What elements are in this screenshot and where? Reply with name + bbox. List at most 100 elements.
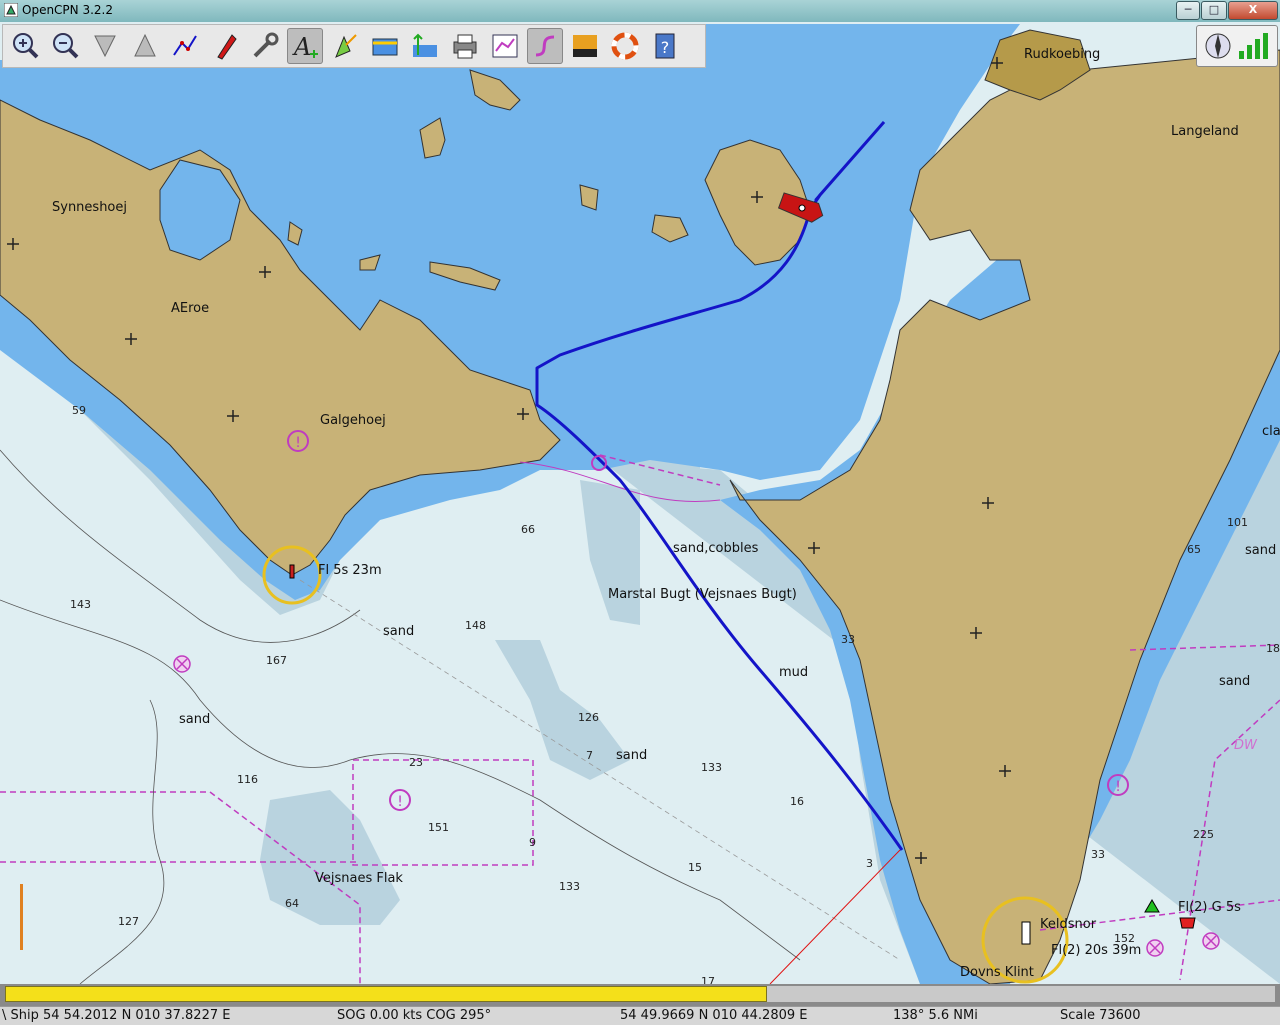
current-button[interactable] xyxy=(367,28,403,64)
svg-text:!: ! xyxy=(295,435,301,451)
wreck-icon-3 xyxy=(1202,932,1220,950)
lighthouse-keldsnor-icon xyxy=(1021,921,1031,945)
auto-follow-button[interactable] xyxy=(207,28,243,64)
zoom-in-icon xyxy=(13,33,39,59)
label-galgehoej: Galgehoej xyxy=(320,413,386,428)
scale-in-icon xyxy=(94,35,116,58)
label-rudkoebing: Rudkoebing xyxy=(1024,47,1101,62)
progress-fill xyxy=(5,986,767,1002)
label-sand-1: sand xyxy=(383,624,415,639)
label-langeland: Langeland xyxy=(1171,124,1239,139)
sounding: 116 xyxy=(237,773,258,786)
sounding: 23 xyxy=(409,756,423,769)
label-mud: mud xyxy=(779,665,809,680)
boat-icon xyxy=(217,34,237,60)
sounding: 18 xyxy=(1266,642,1280,655)
status-bar: \ Ship 54 54.2012 N 010 37.8227 E SOG 0.… xyxy=(0,1006,1280,1025)
maximize-button[interactable]: □ xyxy=(1201,1,1227,20)
svg-text:!: ! xyxy=(397,794,403,810)
sounding: 151 xyxy=(428,821,449,834)
tide-icon xyxy=(413,33,437,57)
sounding: 148 xyxy=(465,619,486,632)
settings-button[interactable] xyxy=(247,28,283,64)
sounding: 101 xyxy=(1227,516,1248,529)
sounding: 33 xyxy=(841,633,855,646)
sounding: 133 xyxy=(701,761,722,774)
nautical-chart[interactable]: ! ! ! xyxy=(0,22,1280,984)
sounding: 167 xyxy=(266,654,287,667)
minimize-button[interactable]: ─ xyxy=(1176,1,1200,20)
status-bearing-distance: 138° 5.6 NMi xyxy=(893,1008,978,1023)
label-sand-cobbles: sand,cobbles xyxy=(673,541,759,556)
sunset-icon xyxy=(573,35,597,57)
route-button[interactable] xyxy=(167,28,203,64)
wrench-icon xyxy=(253,32,279,58)
sounding: 9 xyxy=(529,836,536,849)
label-sand-5: sand xyxy=(1245,543,1277,558)
label-synneshoej: Synneshoej xyxy=(52,200,127,215)
text-plus-icon: A xyxy=(292,33,318,61)
sounding: 16 xyxy=(790,795,804,808)
sounding: 143 xyxy=(70,598,91,611)
status-scale: Scale 73600 xyxy=(1060,1008,1141,1023)
label-dovns-klint: Dovns Klint xyxy=(960,965,1034,980)
scale-out-button[interactable] xyxy=(127,28,163,64)
route-icon xyxy=(173,35,197,56)
scale-out-icon xyxy=(134,33,156,57)
sounding: 7 xyxy=(586,749,593,762)
label-sand-3: sand xyxy=(616,748,648,763)
label-deep-water-route: DW xyxy=(1234,738,1257,753)
label-cla: cla xyxy=(1262,424,1280,439)
zoom-in-button[interactable] xyxy=(7,28,43,64)
sounding: 66 xyxy=(521,523,535,536)
svg-text:?: ? xyxy=(661,38,670,57)
zoom-out-icon xyxy=(53,33,79,59)
status-compass-box[interactable] xyxy=(1196,25,1278,67)
compass-icon xyxy=(1205,33,1231,59)
label-aeroe: AEroe xyxy=(171,301,210,316)
opencpn-app-icon xyxy=(4,3,18,17)
label-sand-2: sand xyxy=(179,712,211,727)
sounding: 225 xyxy=(1193,828,1214,841)
main-toolbar: A ? xyxy=(2,24,706,68)
help-button[interactable]: ? xyxy=(647,28,683,64)
scale-in-button[interactable] xyxy=(87,28,123,64)
current-icon xyxy=(372,38,398,56)
wreck-icon-2 xyxy=(1146,939,1164,957)
print-button[interactable] xyxy=(447,28,483,64)
sounding: 127 xyxy=(118,915,139,928)
ais-icon xyxy=(335,34,357,58)
sounding: 33 xyxy=(1091,848,1105,861)
buoy-red-icon xyxy=(1179,917,1196,929)
status-ship-position: \ Ship 54 54.2012 N 010 37.8227 E xyxy=(2,1008,231,1023)
label-light-keldsnor: Fl(2) 20s 39m xyxy=(1051,943,1142,958)
title-bar: OpenCPN 3.2.2 ─ □ X xyxy=(0,0,1280,23)
sounding: 133 xyxy=(559,880,580,893)
help-icon: ? xyxy=(655,33,675,59)
sounding: 59 xyxy=(72,404,86,417)
text-button[interactable]: A xyxy=(287,28,323,64)
status-sog-cog: SOG 0.00 kts COG 295° xyxy=(337,1008,492,1023)
close-button[interactable]: X xyxy=(1228,1,1278,20)
track-icon xyxy=(535,35,555,57)
label-marstal-bugt: Marstal Bugt (Vejsnaes Bugt) xyxy=(608,587,797,602)
chart-quilt-progress xyxy=(0,984,1280,1006)
sounding: 65 xyxy=(1187,543,1201,556)
sounding: 152 xyxy=(1114,932,1135,945)
track-button[interactable] xyxy=(527,28,563,64)
status-cursor-position: 54 49.9669 N 010 44.2809 E xyxy=(620,1008,808,1023)
route-manager-icon xyxy=(492,34,518,58)
label-keldsnor: Keldsnor xyxy=(1040,917,1097,932)
zoom-out-button[interactable] xyxy=(47,28,83,64)
tide-button[interactable] xyxy=(407,28,443,64)
lifebuoy-icon xyxy=(611,32,639,60)
sounding: 64 xyxy=(285,897,299,910)
mob-button[interactable] xyxy=(607,28,643,64)
route-manager-button[interactable] xyxy=(487,28,523,64)
ais-button[interactable] xyxy=(327,28,363,64)
gps-signal-icon xyxy=(1239,33,1268,59)
svg-text:!: ! xyxy=(1115,779,1121,795)
lighthouse-aeroe-icon xyxy=(289,564,295,579)
color-scheme-button[interactable] xyxy=(567,28,603,64)
label-light-green-buoy: Fl(2) G 5s xyxy=(1178,900,1241,915)
